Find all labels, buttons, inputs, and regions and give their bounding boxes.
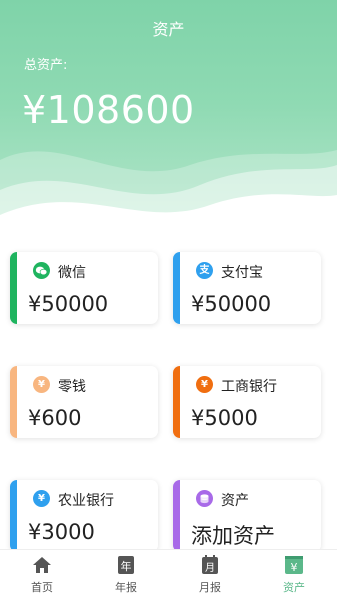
total-assets-value: ¥108600 (22, 88, 195, 132)
account-amount: ¥50000 (191, 292, 272, 316)
tab-label: 年报 (115, 581, 137, 594)
bank-icon: ¥ (196, 376, 213, 393)
total-assets-label: 总资产: (24, 58, 68, 73)
card-stripe (10, 252, 17, 324)
tab-assets[interactable]: ¥ 资产 (264, 554, 324, 595)
yen-wallet-icon: ¥ (283, 554, 305, 576)
page-title: 资产 (152, 20, 185, 39)
calendar-year-glyph: 年 (121, 559, 132, 573)
account-card-wechat[interactable]: 微信 ¥50000 (10, 252, 158, 324)
card-stripe (10, 366, 17, 438)
wechat-icon (33, 262, 50, 279)
card-stripe (10, 480, 17, 552)
account-name: 支付宝 (221, 265, 263, 281)
account-card-abc[interactable]: ¥ 农业银行 ¥3000 (10, 480, 158, 552)
account-name: 农业银行 (58, 493, 114, 509)
coins-icon (196, 490, 213, 507)
wave-decoration (0, 150, 337, 230)
tab-annual-report[interactable]: 年 年报 (96, 554, 156, 595)
bottom-tab-bar: 首页 年 年报 月 月报 ¥ 资产 (0, 549, 337, 600)
tab-label: 首页 (31, 581, 53, 594)
add-asset-label: 添加资产 (191, 524, 275, 548)
account-amount: ¥50000 (28, 292, 109, 316)
add-asset-card[interactable]: 资产 添加资产 (173, 480, 321, 552)
card-stripe (173, 366, 180, 438)
card-stripe (173, 480, 180, 552)
yen-icon: ¥ (33, 376, 50, 393)
account-card-change[interactable]: ¥ 零钱 ¥600 (10, 366, 158, 438)
account-name: 微信 (58, 265, 86, 281)
header-banner: 资产 总资产: ¥108600 (0, 0, 337, 230)
calendar-month-glyph: 月 (205, 562, 215, 574)
account-amount: ¥5000 (191, 406, 258, 430)
yen-glyph: ¥ (291, 561, 298, 574)
calendar-year-icon: 年 (115, 554, 137, 576)
tab-monthly-report[interactable]: 月 月报 (180, 554, 240, 595)
account-card-alipay[interactable]: 支 支付宝 ¥50000 (173, 252, 321, 324)
account-name: 零钱 (58, 379, 86, 395)
home-icon (31, 554, 53, 576)
calendar-month-icon: 月 (199, 554, 221, 576)
account-amount: ¥600 (28, 406, 82, 430)
card-stripe (173, 252, 180, 324)
account-name: 工商银行 (221, 379, 277, 395)
account-card-icbc[interactable]: ¥ 工商银行 ¥5000 (173, 366, 321, 438)
account-name: 资产 (221, 493, 249, 509)
tab-home[interactable]: 首页 (12, 554, 72, 595)
account-amount: ¥3000 (28, 520, 95, 544)
bank-icon: ¥ (33, 490, 50, 507)
tab-label: 月报 (199, 581, 221, 594)
alipay-icon: 支 (196, 262, 213, 279)
tab-label: 资产 (283, 581, 305, 594)
